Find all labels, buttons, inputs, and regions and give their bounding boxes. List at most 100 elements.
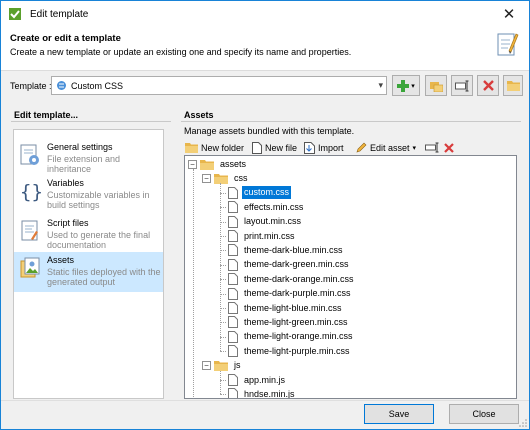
- file-icon: [228, 215, 238, 228]
- file-icon: [228, 345, 238, 358]
- rename-asset-button[interactable]: [425, 140, 439, 155]
- tree-node-label: theme-light-green.min.css: [244, 316, 348, 327]
- file-icon: [228, 230, 238, 242]
- template-select-value: Custom CSS: [71, 80, 124, 91]
- tree-node-label: custom.css: [242, 186, 292, 200]
- tree-node-label: theme-dark-purple.min.css: [244, 288, 351, 299]
- edit-template-heading: Edit template...: [14, 110, 79, 120]
- tree-file[interactable]: theme-dark-green.min.css: [225, 258, 351, 272]
- tree-folder-js[interactable]: − js: [202, 359, 243, 373]
- nav-item-title: Script files: [47, 218, 89, 228]
- collapse-icon[interactable]: −: [188, 159, 197, 169]
- delete-template-button[interactable]: [477, 75, 499, 96]
- file-icon: [228, 302, 238, 314]
- script-icon: [21, 220, 38, 241]
- nav-item-script-files[interactable]: Script files Used to generate the final …: [14, 215, 163, 255]
- file-icon: [228, 287, 238, 300]
- tree-file[interactable]: theme-dark-orange.min.css: [225, 272, 356, 286]
- edit-asset-button[interactable]: Edit asset ▾: [356, 140, 416, 155]
- new-folder-label: New folder: [201, 142, 245, 153]
- plus-icon: [397, 79, 410, 92]
- tree-file[interactable]: theme-light-green.min.css: [225, 315, 350, 329]
- tree-folder-css[interactable]: − css: [202, 171, 250, 185]
- delete-asset-button[interactable]: [444, 140, 454, 155]
- tree-node-label: theme-light-blue.min.css: [244, 302, 342, 313]
- edit-template-dialog: Edit template ✕ Create or edit a templat…: [0, 0, 530, 430]
- nav-item-title: Variables: [47, 178, 84, 188]
- dropdown-arrow-icon: ▾: [412, 144, 417, 152]
- new-folder-icon: [185, 143, 198, 153]
- chevron-down-icon: ▾: [378, 80, 383, 90]
- template-label: Template :: [10, 81, 52, 91]
- tree-file[interactable]: theme-light-blue.min.css: [225, 301, 344, 315]
- file-icon: [228, 273, 238, 286]
- settings-icon: [20, 144, 39, 165]
- tree-file[interactable]: theme-light-orange.min.css: [225, 330, 355, 344]
- tree-guide-line: [220, 370, 221, 395]
- file-icon: [228, 201, 238, 214]
- folder-icon: [200, 159, 214, 170]
- tree-node-label: css: [234, 172, 248, 183]
- duplicate-template-button[interactable]: [425, 75, 447, 96]
- nav-item-desc: Static files deployed with the generated…: [47, 267, 161, 287]
- rename-icon: [425, 142, 439, 153]
- open-template-folder-button[interactable]: [503, 75, 523, 96]
- window-title: Edit template: [30, 8, 89, 20]
- import-button[interactable]: Import: [304, 140, 344, 155]
- tree-node-label: theme-light-purple.min.css: [244, 345, 350, 356]
- file-icon: [228, 244, 238, 257]
- collapse-icon[interactable]: −: [202, 173, 211, 183]
- tree-file[interactable]: app.min.js: [225, 373, 287, 387]
- tree-file[interactable]: theme-dark-blue.min.css: [225, 243, 345, 257]
- tree-folder-assets[interactable]: − assets: [188, 157, 248, 171]
- nav-item-desc: Used to generate the final documentation: [47, 230, 151, 250]
- css-template-icon: [57, 81, 66, 90]
- tree-node-label: theme-dark-green.min.css: [244, 259, 349, 270]
- tree-node-label: layout.min.css: [244, 216, 302, 227]
- tree-file[interactable]: custom.css: [225, 186, 292, 200]
- title-bar: Edit template ✕: [1, 1, 529, 27]
- rename-template-button[interactable]: [451, 75, 473, 96]
- resize-grip-icon[interactable]: [519, 419, 527, 427]
- nav-item-general-settings[interactable]: General settings File extension and inhe…: [14, 139, 163, 179]
- file-icon: [228, 258, 238, 271]
- new-file-label: New file: [265, 142, 298, 153]
- new-folder-button[interactable]: New folder: [185, 140, 244, 155]
- file-icon: [228, 374, 238, 386]
- import-label: Import: [318, 142, 344, 153]
- delete-icon: [444, 142, 454, 153]
- close-button[interactable]: Close: [449, 404, 519, 424]
- tree-node-label: theme-dark-orange.min.css: [244, 273, 354, 284]
- file-icon: [228, 330, 238, 343]
- tree-file[interactable]: hndse.min.js: [225, 387, 297, 398]
- delete-icon: [482, 80, 494, 91]
- tree-guide-line: [220, 183, 221, 352]
- add-template-button[interactable]: ▾: [392, 75, 420, 96]
- nav-item-assets[interactable]: Assets Static files deployed with the ge…: [14, 252, 163, 292]
- pencil-icon: [356, 142, 367, 153]
- tree-guide-line: [220, 351, 226, 353]
- file-icon: [228, 316, 238, 329]
- close-icon: ✕: [502, 6, 516, 23]
- nav-item-variables[interactable]: {} Variables Customizable variables in b…: [14, 175, 163, 215]
- dialog-header: Create or edit a template Create a new t…: [1, 27, 529, 71]
- tree-node-label: theme-dark-blue.min.css: [244, 244, 343, 255]
- tree-node-label: assets: [220, 158, 247, 169]
- tree-file[interactable]: theme-dark-purple.min.css: [225, 287, 353, 301]
- copy-folder-icon: [429, 81, 443, 92]
- folder-icon: [506, 81, 520, 91]
- close-window-button[interactable]: ✕: [489, 1, 529, 27]
- collapse-icon[interactable]: −: [202, 361, 211, 371]
- save-button[interactable]: Save: [364, 404, 434, 424]
- tree-file[interactable]: effects.min.css: [225, 200, 305, 214]
- tree-file[interactable]: print.min.css: [225, 229, 297, 243]
- new-file-button[interactable]: New file: [252, 140, 297, 155]
- tree-node-label: js: [234, 360, 241, 371]
- assets-icon: [20, 257, 40, 278]
- tree-file[interactable]: layout.min.css: [225, 215, 303, 229]
- braces-icon: {}: [20, 181, 41, 203]
- template-select[interactable]: Custom CSS ▾: [51, 76, 387, 95]
- file-icon: [228, 186, 238, 199]
- tree-guide-line: [193, 169, 194, 398]
- tree-file[interactable]: theme-light-purple.min.css: [225, 344, 352, 358]
